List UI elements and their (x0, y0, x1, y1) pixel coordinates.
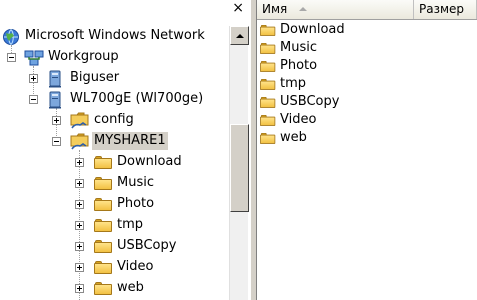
tree-item-label: config (94, 112, 134, 127)
tree-item-myshare1[interactable]: MYSHARE1 (0, 131, 225, 152)
tree-item-workgroup[interactable]: Workgroup (0, 47, 225, 68)
tree-item-web[interactable]: web (0, 278, 225, 299)
expand-icon[interactable] (75, 284, 84, 293)
folder-icon (94, 197, 112, 213)
list-item-web[interactable]: web (260, 129, 307, 147)
folder-icon (94, 281, 112, 297)
tree-item-label: Download (117, 154, 182, 169)
folder-icon (260, 41, 280, 55)
folder-icon (260, 59, 280, 73)
folder-icon (260, 23, 280, 37)
collapse-icon[interactable] (29, 95, 38, 104)
expand-icon[interactable] (75, 179, 84, 188)
tree-item-label: Microsoft Windows Network (25, 28, 205, 43)
folder-icon (94, 239, 112, 255)
list-item-video[interactable]: Video (260, 111, 316, 129)
list-item-photo[interactable]: Photo (260, 57, 317, 75)
tree-item-video[interactable]: Video (0, 257, 225, 278)
list-item-download[interactable]: Download (260, 21, 345, 39)
tree-item-label: Video (117, 259, 154, 274)
folder-icon (260, 77, 280, 91)
tree-item-photo[interactable]: Photo (0, 194, 225, 215)
folder-icon (260, 95, 280, 109)
network-icon (2, 28, 20, 45)
folder-icon (94, 176, 112, 192)
list-header: Имя Размер (257, 0, 477, 20)
arrow-up-icon (235, 33, 244, 38)
workgroup-icon (24, 49, 44, 66)
scroll-up-button[interactable] (230, 26, 249, 45)
tree-item-label-selected: MYSHARE1 (92, 132, 168, 150)
folder-icon (94, 218, 112, 234)
column-header-label: Размер (419, 2, 465, 16)
expand-icon[interactable] (75, 221, 84, 230)
column-header-label: Имя (262, 2, 288, 16)
tree-item-label: web (117, 280, 144, 295)
expand-icon[interactable] (52, 116, 61, 125)
list-item-label: web (280, 130, 307, 145)
expand-icon[interactable] (75, 158, 84, 167)
list-item-label: Download (280, 22, 345, 37)
list-item-music[interactable]: Music (260, 39, 317, 57)
tree-item-tmp[interactable]: tmp (0, 215, 225, 236)
list-item-label: tmp (280, 76, 307, 91)
list-item-label: Photo (280, 58, 318, 73)
expand-icon[interactable] (29, 74, 38, 83)
shared-folder-icon (70, 111, 89, 129)
pane-splitter[interactable] (250, 0, 257, 300)
list-item-label: Video (280, 112, 317, 127)
computer-icon (47, 70, 65, 88)
file-list-pane[interactable]: Имя Размер Download Music Photo tmp USBC… (257, 0, 477, 300)
column-header-size[interactable]: Размер (414, 0, 477, 19)
computer-icon (47, 91, 65, 109)
tree-item-label: Photo (117, 196, 155, 211)
tree-item-download[interactable]: Download (0, 152, 225, 173)
tree-item-biguser[interactable]: Biguser (0, 68, 225, 89)
folder-icon (94, 260, 112, 276)
list-item-label: Music (280, 40, 317, 55)
tree-vertical-scrollbar[interactable] (229, 26, 249, 300)
folder-icon (260, 113, 280, 127)
tree-item-music[interactable]: Music (0, 173, 225, 194)
tree-item-usbcopy[interactable]: USBCopy (0, 236, 225, 257)
tree-item-label: WL700gE (Wl700ge) (70, 91, 204, 106)
scroll-thumb[interactable] (230, 124, 249, 212)
folder-tree-pane[interactable]: × Microsoft Windows Network Workgroup Bi… (0, 0, 250, 300)
tree-item-config[interactable]: config (0, 110, 225, 131)
close-pane-button[interactable]: × (232, 1, 244, 15)
tree-item-label: Music (117, 175, 154, 190)
list-item-label: USBCopy (280, 94, 340, 109)
tree-item-label: USBCopy (117, 238, 177, 253)
list-item-usbcopy[interactable]: USBCopy (260, 93, 339, 111)
shared-folder-icon (70, 132, 89, 150)
folder-icon (260, 131, 280, 145)
tree-item-label: Biguser (70, 70, 120, 85)
column-header-name[interactable]: Имя (257, 0, 414, 19)
sort-ascending-icon (299, 7, 308, 11)
tree-item-label: Workgroup (48, 49, 119, 64)
tree-item-label: tmp (117, 217, 144, 232)
collapse-icon[interactable] (52, 137, 61, 146)
tree-item-microsoft-windows-network[interactable]: Microsoft Windows Network (0, 26, 225, 47)
tree-pane-header: × (0, 0, 250, 20)
folder-icon (94, 155, 112, 171)
list-item-tmp[interactable]: tmp (260, 75, 306, 93)
expand-icon[interactable] (75, 242, 84, 251)
tree-item-wl700ge[interactable]: WL700gE (Wl700ge) (0, 89, 225, 110)
expand-icon[interactable] (75, 263, 84, 272)
expand-icon[interactable] (75, 200, 84, 209)
collapse-icon[interactable] (7, 53, 16, 62)
